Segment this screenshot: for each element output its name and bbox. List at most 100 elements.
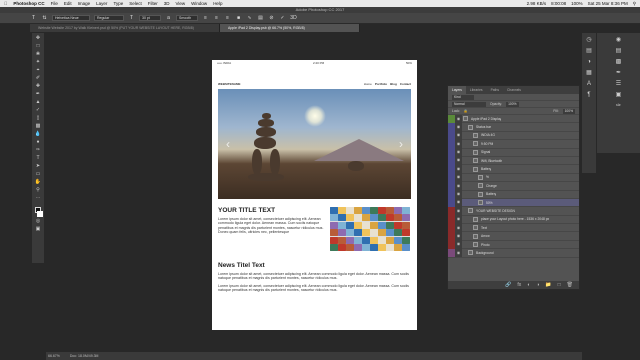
layer-row[interactable]: ◉ Wifi, Bluetooth bbox=[448, 156, 579, 166]
zoom-tool-icon[interactable]: ⚲ bbox=[35, 187, 42, 194]
hand-tool-icon[interactable]: ✋ bbox=[35, 179, 42, 186]
menu-filter[interactable]: Filter bbox=[148, 1, 158, 6]
layer-row[interactable]: ◉ Battery bbox=[448, 190, 579, 199]
blend-mode-select[interactable]: Normal bbox=[452, 101, 486, 107]
nav-blog[interactable]: Blog bbox=[390, 82, 397, 86]
visibility-eye-icon[interactable]: ◉ bbox=[455, 139, 462, 149]
visibility-eye-icon[interactable]: ◉ bbox=[455, 248, 462, 258]
layer-row[interactable]: ◉ Photo bbox=[448, 240, 579, 250]
font-size-select[interactable]: 30 pt bbox=[139, 15, 161, 21]
paragraph-icon[interactable]: ¶ bbox=[585, 91, 593, 99]
background-color-swatch[interactable] bbox=[36, 211, 43, 217]
layer-row[interactable]: ◉ INDIA 4G bbox=[448, 131, 579, 141]
color-swatch-icon[interactable]: ■ bbox=[235, 15, 242, 21]
visibility-eye-icon[interactable]: ◉ bbox=[455, 223, 462, 232]
clone-stamp-icon[interactable]: ▲ bbox=[35, 99, 42, 106]
clock[interactable]: Sat 25 Mar 8:36 PM bbox=[588, 1, 628, 7]
nav-portfolio[interactable]: Portfolio bbox=[375, 82, 387, 86]
menu-select[interactable]: Select bbox=[129, 1, 142, 6]
lock-icon[interactable]: 🔒 bbox=[464, 109, 468, 113]
lasso-tool-icon[interactable]: ❀ bbox=[35, 51, 42, 58]
visibility-eye-icon[interactable]: ◉ bbox=[455, 156, 462, 165]
character-icon[interactable]: A bbox=[585, 80, 593, 88]
layer-row[interactable]: ◉ Battery bbox=[448, 164, 579, 174]
history-brush-icon[interactable]: ✓ bbox=[35, 107, 42, 114]
visibility-eye-icon[interactable]: ◉ bbox=[455, 190, 462, 199]
cancel-icon[interactable]: ⊘ bbox=[268, 15, 275, 21]
align-left-icon[interactable]: ≡ bbox=[202, 15, 209, 21]
nav-home[interactable]: Home bbox=[364, 82, 372, 86]
menu-file[interactable]: File bbox=[51, 1, 58, 6]
path-select-icon[interactable]: ➤ bbox=[35, 163, 42, 170]
link-icon[interactable]: 🔗 bbox=[505, 282, 511, 288]
visibility-eye-icon[interactable]: ◉ bbox=[455, 181, 462, 191]
screen-mode-icon[interactable]: ▣ bbox=[35, 226, 42, 233]
blur-tool-icon[interactable]: 💧 bbox=[35, 131, 42, 138]
layer-row[interactable]: ◉% bbox=[448, 173, 579, 183]
menu-help[interactable]: Help bbox=[213, 1, 222, 6]
kind-filter-select[interactable]: Kind bbox=[452, 94, 474, 100]
layer-row[interactable]: ◉ Status bar bbox=[448, 122, 579, 132]
visibility-eye-icon[interactable]: ◉ bbox=[455, 231, 462, 241]
mask-icon[interactable]: ◐ bbox=[527, 282, 530, 288]
tab-layers[interactable]: Layers bbox=[448, 86, 466, 94]
tab-libraries[interactable]: Libraries bbox=[466, 86, 487, 94]
dodge-tool-icon[interactable]: ● bbox=[35, 139, 42, 146]
font-family-select[interactable]: Helvetica Neue bbox=[52, 15, 90, 21]
swatches-icon[interactable]: ▦ bbox=[585, 69, 593, 77]
properties-icon[interactable]: ▤ bbox=[585, 47, 593, 55]
app-menu[interactable]: Photoshop CC bbox=[13, 1, 44, 6]
tab-ipad-display[interactable]: Apple iPad 2 Display.psb @ 66.7% (50%, R… bbox=[220, 24, 360, 32]
layer-row[interactable]: ◉ Charge bbox=[448, 181, 579, 191]
site-logo[interactable]: WEBSITENAME bbox=[218, 82, 241, 86]
layer-row[interactable]: ◉ YOUR WEBSITE DESIGN bbox=[448, 206, 579, 216]
menu-window[interactable]: Window bbox=[191, 1, 207, 6]
menu-view[interactable]: View bbox=[175, 1, 185, 6]
folder-icon[interactable]: 📁 bbox=[545, 282, 551, 288]
history-icon[interactable]: ◷ bbox=[585, 36, 593, 44]
menu-3d[interactable]: 3D bbox=[164, 1, 170, 6]
adjustments-icon[interactable]: ◑ bbox=[585, 58, 593, 66]
fill-input[interactable]: 100% bbox=[562, 108, 575, 114]
visibility-eye-icon[interactable]: ◉ bbox=[455, 114, 462, 123]
adjustment-icon[interactable]: ◑ bbox=[536, 282, 539, 288]
hero-prev-arrow[interactable]: ‹ bbox=[226, 137, 230, 151]
layer-row[interactable]: ◉ Arrow bbox=[448, 231, 579, 241]
layer-row[interactable]: ◉ 9:50 PM bbox=[448, 139, 579, 149]
layer-row[interactable]: ◉ Text bbox=[448, 223, 579, 233]
styles-icon[interactable]: ▩ bbox=[615, 58, 623, 66]
channels-icon[interactable]: ▣ bbox=[615, 91, 623, 99]
fx-icon[interactable]: fx bbox=[517, 282, 521, 288]
antialias-select[interactable]: Smooth bbox=[176, 15, 198, 21]
commit-icon[interactable]: ✓ bbox=[279, 15, 286, 21]
tab-paths[interactable]: Paths bbox=[487, 86, 503, 94]
pen-tool-icon[interactable]: ✑ bbox=[35, 147, 42, 154]
nav-contact[interactable]: Contact bbox=[400, 82, 411, 86]
align-center-icon[interactable]: ≡ bbox=[213, 15, 220, 21]
zoom-level[interactable]: 66.67% bbox=[48, 354, 60, 358]
tab-website-psd[interactable]: Website Website 2017 by Walk Kleinert.ps… bbox=[30, 24, 220, 32]
eraser-tool-icon[interactable]: ▯ bbox=[35, 115, 42, 122]
visibility-eye-icon[interactable]: ◉ bbox=[455, 131, 462, 140]
brush-presets-icon[interactable]: ✒ bbox=[615, 69, 623, 77]
3d-icon[interactable]: 3D bbox=[290, 15, 297, 21]
orientation-icon[interactable]: ⇅ bbox=[41, 15, 48, 21]
menu-type[interactable]: Type bbox=[113, 1, 123, 6]
visibility-eye-icon[interactable]: ◉ bbox=[455, 164, 462, 174]
layer-row[interactable]: ◉ Background bbox=[448, 248, 579, 258]
type-tool-icon[interactable]: T bbox=[35, 155, 42, 162]
new-layer-icon[interactable]: □ bbox=[558, 282, 561, 288]
ipad-artboard[interactable]: ••••• INDIA 2:20 PM 50% WEBSITENAME Home… bbox=[212, 60, 417, 330]
gradient-tool-icon[interactable]: ▩ bbox=[35, 123, 42, 130]
visibility-eye-icon[interactable]: ◉ bbox=[455, 215, 462, 224]
opacity-input[interactable]: 100% bbox=[506, 101, 519, 107]
marquee-tool-icon[interactable]: □ bbox=[35, 43, 42, 50]
hero-next-arrow[interactable]: › bbox=[399, 137, 403, 151]
visibility-eye-icon[interactable]: ◉ bbox=[455, 206, 462, 216]
paths-icon[interactable]: ✑ bbox=[615, 102, 623, 110]
visibility-eye-icon[interactable]: ◉ bbox=[455, 122, 462, 132]
visibility-eye-icon[interactable]: ◉ bbox=[455, 148, 462, 157]
visibility-eye-icon[interactable]: ◉ bbox=[455, 173, 462, 182]
trash-icon[interactable]: 🗑 bbox=[567, 282, 573, 288]
search-icon[interactable]: ⚲ bbox=[633, 1, 636, 7]
